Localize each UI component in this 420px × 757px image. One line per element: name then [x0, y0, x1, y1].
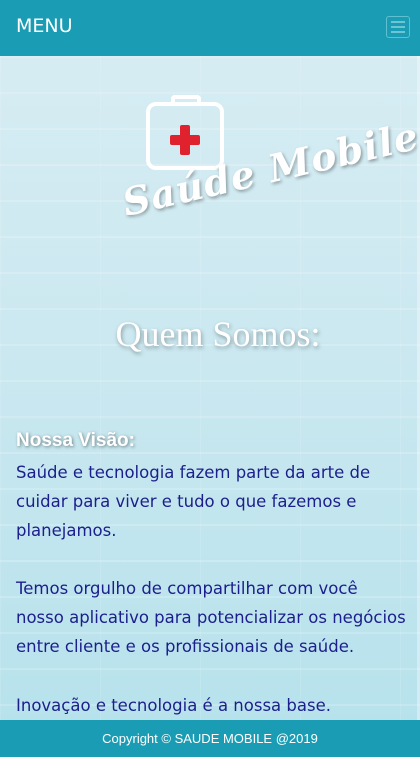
- copyright-text: Copyright © SAUDE MOBILE @2019: [102, 731, 318, 746]
- vision-heading: Nossa Visão:: [16, 430, 135, 451]
- about-paragraph: Saúde e tecnologia fazem parte da arte d…: [16, 463, 371, 540]
- main-content: Saúde Mobile Quem Somos: Nossa Visão: Sa…: [0, 56, 420, 720]
- hamburger-line: [391, 26, 405, 28]
- hamburger-line: [391, 21, 405, 23]
- about-paragraph: Inovação e tecnologia é a nossa base.: [16, 696, 331, 715]
- red-cross-icon-bar: [170, 135, 200, 145]
- menu-title[interactable]: MENU: [16, 15, 73, 37]
- about-paragraph: Temos orgulho de compartilhar com você n…: [16, 579, 406, 656]
- hamburger-line: [391, 31, 405, 33]
- footer: Copyright © SAUDE MOBILE @2019: [0, 720, 420, 757]
- section-title: Quem Somos:: [115, 314, 321, 354]
- top-navbar: MENU: [0, 0, 420, 56]
- hamburger-icon[interactable]: [386, 16, 410, 38]
